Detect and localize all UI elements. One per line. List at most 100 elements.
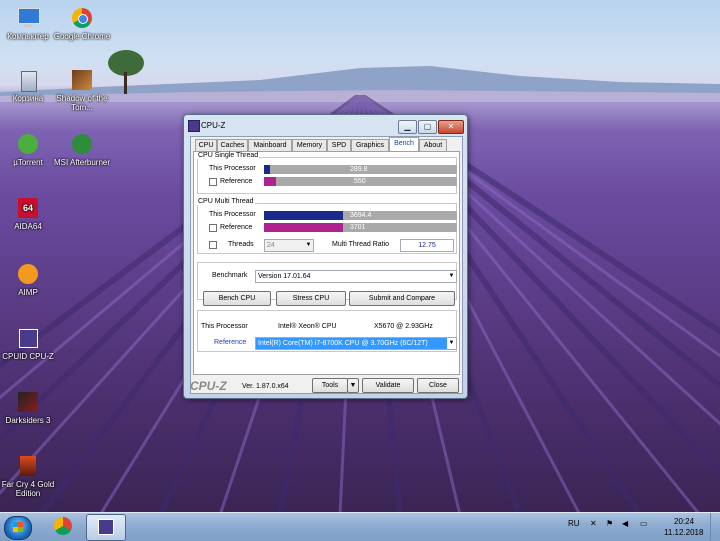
cpuz-window: CPU-Z ▁ ▢ ✕ CPU Caches Mainboard Memory … bbox=[183, 114, 468, 399]
threads-value: 24 bbox=[267, 242, 275, 249]
bench-cpu-button[interactable]: Bench CPU bbox=[203, 291, 271, 306]
afterburner-icon bbox=[70, 132, 94, 156]
chrome-icon bbox=[70, 6, 94, 30]
window-titlebar[interactable]: CPU-Z ▁ ▢ ✕ bbox=[184, 115, 467, 135]
minimize-button[interactable]: ▁ bbox=[398, 120, 417, 134]
ratio-label: Multi Thread Ratio bbox=[332, 241, 390, 248]
reference-value: Intel(R) Core(TM) i7-8700K CPU @ 3.70GHz… bbox=[258, 340, 428, 347]
tools-button[interactable]: Tools bbox=[312, 378, 348, 393]
clock-time[interactable]: 20:24 bbox=[674, 517, 694, 526]
stress-cpu-button[interactable]: Stress CPU bbox=[276, 291, 346, 306]
benchmark-version-select[interactable]: Version 17.01.64 ▼ bbox=[255, 270, 457, 283]
show-desktop-button[interactable] bbox=[710, 513, 720, 541]
desktop-icon-aimp[interactable]: AIMP bbox=[0, 262, 60, 297]
tab-spd[interactable]: SPD bbox=[327, 139, 351, 151]
version-label: Ver. 1.87.0.x64 bbox=[242, 383, 289, 390]
clock-date[interactable]: 11.12.2018 bbox=[664, 528, 703, 537]
single-thread-title: CPU Single Thread bbox=[197, 152, 260, 159]
multi-ref-label: Reference bbox=[220, 224, 253, 231]
tools-dropdown-button[interactable]: ▼ bbox=[347, 378, 359, 393]
validate-button[interactable]: Validate bbox=[362, 378, 414, 393]
bench-page: CPU Single Thread This Processor 289.8 R… bbox=[193, 151, 460, 375]
threads-dropdown-icon: ▼ bbox=[305, 242, 312, 248]
threads-label: Threads bbox=[228, 241, 254, 248]
game-shortcut-icon bbox=[70, 68, 94, 92]
tab-mainboard[interactable]: Mainboard bbox=[248, 139, 292, 151]
multi-this-label: This Processor bbox=[209, 211, 256, 218]
proc-this-model: X5670 @ 2.93GHz bbox=[374, 323, 433, 330]
single-this-bar: 289.8 bbox=[264, 165, 457, 174]
windows-logo-icon bbox=[13, 522, 23, 532]
single-ref-value: 550 bbox=[354, 178, 366, 185]
threads-checkbox[interactable] bbox=[209, 241, 217, 249]
ratio-field: 12.75 bbox=[400, 239, 454, 252]
tools-dropdown-icon: ▼ bbox=[349, 382, 357, 389]
taskbar-chrome[interactable] bbox=[44, 514, 82, 539]
aida64-icon: 64 bbox=[16, 196, 40, 220]
tab-memory[interactable]: Memory bbox=[292, 139, 327, 151]
tray-speaker-icon[interactable]: ◀ bbox=[622, 519, 628, 528]
taskbar-cpuz[interactable] bbox=[86, 514, 126, 541]
desktop-icon-farcry4[interactable]: Far Cry 4 Gold Edition bbox=[0, 454, 60, 498]
maximize-button[interactable]: ▢ bbox=[418, 120, 437, 134]
submit-compare-button[interactable]: Submit and Compare bbox=[349, 291, 455, 306]
recycle-bin-icon bbox=[16, 68, 40, 92]
tab-graphics[interactable]: Graphics bbox=[351, 139, 389, 151]
ratio-value: 12.75 bbox=[418, 242, 436, 249]
start-button[interactable] bbox=[4, 516, 32, 540]
single-this-label: This Processor bbox=[209, 165, 256, 172]
reference-dropdown-icon: ▼ bbox=[447, 338, 456, 349]
window-title: CPU-Z bbox=[201, 121, 226, 130]
tab-bench[interactable]: Bench bbox=[389, 137, 419, 151]
tab-caches[interactable]: Caches bbox=[217, 139, 248, 151]
benchmark-dropdown-icon: ▼ bbox=[448, 273, 455, 279]
tab-about[interactable]: About bbox=[419, 139, 447, 151]
close-button[interactable]: Close bbox=[417, 378, 459, 393]
benchmark-label: Benchmark bbox=[212, 272, 248, 279]
desktop-icon-cpuz[interactable]: CPUID CPU-Z bbox=[0, 326, 60, 361]
desktop-icon-shadow-tomb-raider[interactable]: Shadow of the Tom... bbox=[50, 68, 114, 112]
single-ref-fill bbox=[264, 177, 276, 186]
tab-cpu[interactable]: CPU bbox=[195, 139, 217, 151]
proc-ref-label: Reference bbox=[214, 339, 247, 346]
multi-ref-bar: 3701 bbox=[264, 223, 457, 232]
tray-monitor-icon[interactable]: ▭ bbox=[640, 519, 648, 528]
multi-this-value: 3694.4 bbox=[350, 212, 372, 219]
multi-ref-checkbox[interactable] bbox=[209, 224, 217, 232]
benchmark-version: Version 17.01.64 bbox=[258, 273, 311, 280]
cpuz-logo: CPU-Z bbox=[190, 379, 227, 393]
multi-ref-fill bbox=[264, 223, 344, 232]
cpuz-app-icon bbox=[188, 120, 200, 132]
desktop-icon-aida64[interactable]: 64 AIDA64 bbox=[0, 196, 60, 231]
single-ref-bar: 550 bbox=[264, 177, 457, 186]
multi-thread-title: CPU Multi Thread bbox=[197, 198, 255, 205]
cpuz-taskbar-icon bbox=[98, 519, 114, 535]
single-ref-checkbox[interactable] bbox=[209, 178, 217, 186]
single-thread-group bbox=[197, 157, 457, 194]
single-ref-label: Reference bbox=[220, 178, 253, 185]
chrome-taskbar-icon bbox=[54, 517, 72, 535]
desktop-icon-chrome[interactable]: Google Chrome bbox=[50, 6, 114, 41]
window-client: CPU Caches Mainboard Memory SPD Graphics… bbox=[190, 136, 463, 394]
desktop-icon-darksiders3[interactable]: Darksiders 3 bbox=[0, 390, 60, 425]
aimp-icon bbox=[16, 262, 40, 286]
single-this-value: 289.8 bbox=[350, 166, 368, 173]
multi-ref-value: 3701 bbox=[350, 224, 366, 231]
proc-this-label: This Processor bbox=[201, 323, 248, 330]
reference-select[interactable]: Intel(R) Core(TM) i7-8700K CPU @ 3.70GHz… bbox=[255, 337, 457, 350]
tray-flag-icon[interactable]: ⚑ bbox=[606, 519, 613, 528]
farcry-icon bbox=[16, 454, 40, 478]
close-window-button[interactable]: ✕ bbox=[438, 120, 464, 134]
cpuz-icon bbox=[16, 326, 40, 350]
single-this-fill bbox=[264, 165, 270, 174]
utorrent-icon bbox=[16, 132, 40, 156]
tray-network-icon[interactable]: ✕ bbox=[590, 519, 597, 528]
multi-this-fill bbox=[264, 211, 344, 220]
computer-icon bbox=[16, 6, 40, 30]
window-footer: CPU-Z Ver. 1.87.0.x64 Tools ▼ Validate C… bbox=[190, 378, 461, 394]
threads-select[interactable]: 24 ▼ bbox=[264, 239, 314, 252]
desktop-icon-msi-afterburner[interactable]: MSI Afterburner bbox=[50, 132, 114, 167]
language-indicator[interactable]: RU bbox=[568, 519, 580, 528]
taskbar: RU ✕ ⚑ ◀ ▭ 20:24 11.12.2018 bbox=[0, 512, 720, 541]
proc-this-name: Intel® Xeon® CPU bbox=[278, 323, 337, 330]
